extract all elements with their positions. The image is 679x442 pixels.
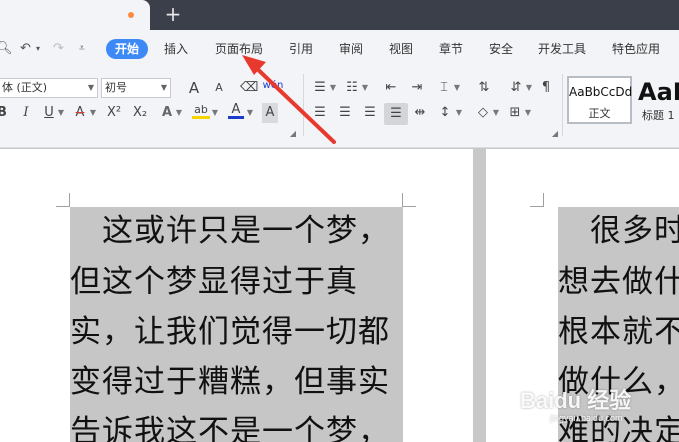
shrink-font-button[interactable]: A [212,78,226,98]
window-tab-strip: + [0,0,679,30]
italic-button[interactable]: I [20,103,32,123]
style-name: 标题 1 [642,109,675,122]
margin-corner-mark [402,193,416,207]
chevron-down-icon[interactable]: ▼ [361,78,369,98]
quick-access-menu-icon[interactable]: ⩡ [79,40,85,58]
chinese-layout-icon[interactable]: ⌶ [436,78,452,98]
new-tab-plus-icon[interactable]: + [163,3,183,25]
chevron-down-icon[interactable]: ▼ [455,103,463,123]
tab-developer-tools[interactable]: 开发工具 [538,40,586,58]
font-color-button[interactable]: A [228,101,244,119]
font-size-select[interactable]: 初号 ▼ [101,78,171,98]
margin-corner-mark [530,193,544,207]
paragraph-line: 变得过于糟糕，但事实 [70,364,390,400]
borders-icon[interactable]: ⊞ [507,103,523,123]
chevron-down-icon: ▼ [160,83,167,92]
subscript-button[interactable]: X₂ [130,103,150,123]
sort-icon[interactable]: ⇅ [476,78,492,98]
style-sample: AaBbCcDd [569,85,633,99]
justify-icon: ☰ [390,106,402,121]
tab-chapter[interactable]: 章节 [439,40,463,58]
chevron-down-icon[interactable]: ▼ [175,103,183,123]
unsaved-dot-icon [128,12,134,18]
chevron-down-icon[interactable]: ▼ [453,78,461,98]
paragraph-line: 实，让我们觉得一切都 [70,314,390,350]
paragraph-line: 这或许只是一个梦， [70,213,390,249]
superscript-button[interactable]: X² [104,103,124,123]
align-left-icon[interactable]: ☰ [312,103,328,123]
numbered-list-icon[interactable]: ☷ [344,78,360,98]
grow-font-button[interactable]: A [186,78,202,98]
decrease-indent-icon[interactable]: ⇤ [382,78,400,98]
group-divider [562,74,563,136]
tab-home[interactable]: 开始 [106,39,149,59]
paragraph-dialog-launcher-icon[interactable]: ◢ [551,124,559,144]
font-dialog-launcher-icon[interactable]: ◢ [289,124,297,144]
line-spacing-icon[interactable]: ⇵ [508,78,524,98]
ribbon-menu-bar: 🔍︎ ↶ ▾ ↷ ⩡ 开始 插入 页面布局 引用 审阅 视图 章节 安全 开发工… [0,30,679,68]
chevron-down-icon[interactable]: ▼ [211,103,219,123]
paragraph-line: 很多时 [558,213,679,249]
phonetic-guide-button[interactable]: wén [262,76,284,96]
increase-indent-icon[interactable]: ⇥ [408,78,426,98]
underline-icon[interactable]: U [42,103,56,123]
strikethrough-button[interactable]: A [72,103,88,123]
search-icon[interactable]: 🔍︎ [0,40,13,58]
clear-format-eraser-icon[interactable]: ⌫ [240,78,258,98]
chevron-down-icon[interactable]: ▼ [329,78,337,98]
document-page[interactable]: 这或许只是一个梦， 但这个梦显得过于真 实，让我们觉得一切都 变得过于糟糕，但事… [0,149,473,442]
tab-security[interactable]: 安全 [489,40,513,58]
tab-page-layout[interactable]: 页面布局 [215,40,263,58]
font-name-select[interactable]: 体 (正文) ▼ [0,78,98,98]
watermark-logo: Baidu 经验 [520,388,632,413]
chevron-down-icon: ▼ [87,83,94,92]
undo-icon[interactable]: ↶ [20,40,31,58]
undo-dropdown-icon[interactable]: ▾ [36,40,40,58]
highlight-button[interactable]: ab [192,101,210,119]
tab-insert[interactable]: 插入 [164,40,188,58]
chevron-down-icon[interactable]: ▼ [524,103,532,123]
tab-references[interactable]: 引用 [289,40,313,58]
chevron-down-icon[interactable]: ▼ [492,103,500,123]
font-name-value: 体 (正文) [2,81,48,94]
justify-align-button[interactable]: ☰ [384,103,408,125]
distributed-align-icon[interactable]: ⇹ [411,103,429,123]
show-marks-icon[interactable]: ¶ [538,78,554,98]
paragraph-line: 根本就不 [558,314,679,350]
tab-review[interactable]: 审阅 [339,40,363,58]
style-heading-1[interactable]: AaBb 标题 1 [632,76,679,124]
redo-icon[interactable]: ↷ [53,40,64,58]
bold-button[interactable]: B [0,103,8,123]
document-tab[interactable] [0,0,150,30]
group-divider [303,74,304,136]
bullet-list-icon[interactable]: ☰ [312,78,328,98]
tab-special-apps[interactable]: 特色应用 [612,40,660,58]
watermark-url: jingyan.baidu.com [550,413,623,423]
style-normal[interactable]: AaBbCcDd 正文 [567,76,632,124]
text-effect-button[interactable]: A [160,103,174,123]
chevron-down-icon[interactable]: ▼ [57,103,65,123]
style-sample: AaBb [638,78,679,106]
align-right-icon[interactable]: ☰ [362,103,378,123]
chevron-down-icon[interactable]: ▼ [246,103,254,123]
style-name: 正文 [588,107,611,120]
margin-corner-mark [56,193,70,207]
character-shading-button[interactable]: A [262,103,278,123]
paragraph-spacing-icon[interactable]: ↕ [437,103,453,123]
paragraph-line: 告诉我这不是一个梦， [70,414,390,442]
paragraph-line: 想去做什 [558,264,679,300]
shading-fill-icon[interactable]: ◇ [475,103,491,123]
paragraph-line: 但这个梦显得过于真 [70,264,358,300]
chevron-down-icon[interactable]: ▼ [525,78,533,98]
font-size-value: 初号 [105,81,127,94]
watermark: Baidu 经验 jingyan.baidu.com [520,383,670,433]
chevron-down-icon[interactable]: ▼ [89,103,97,123]
align-center-icon[interactable]: ☰ [337,103,353,123]
tab-view[interactable]: 视图 [389,40,413,58]
